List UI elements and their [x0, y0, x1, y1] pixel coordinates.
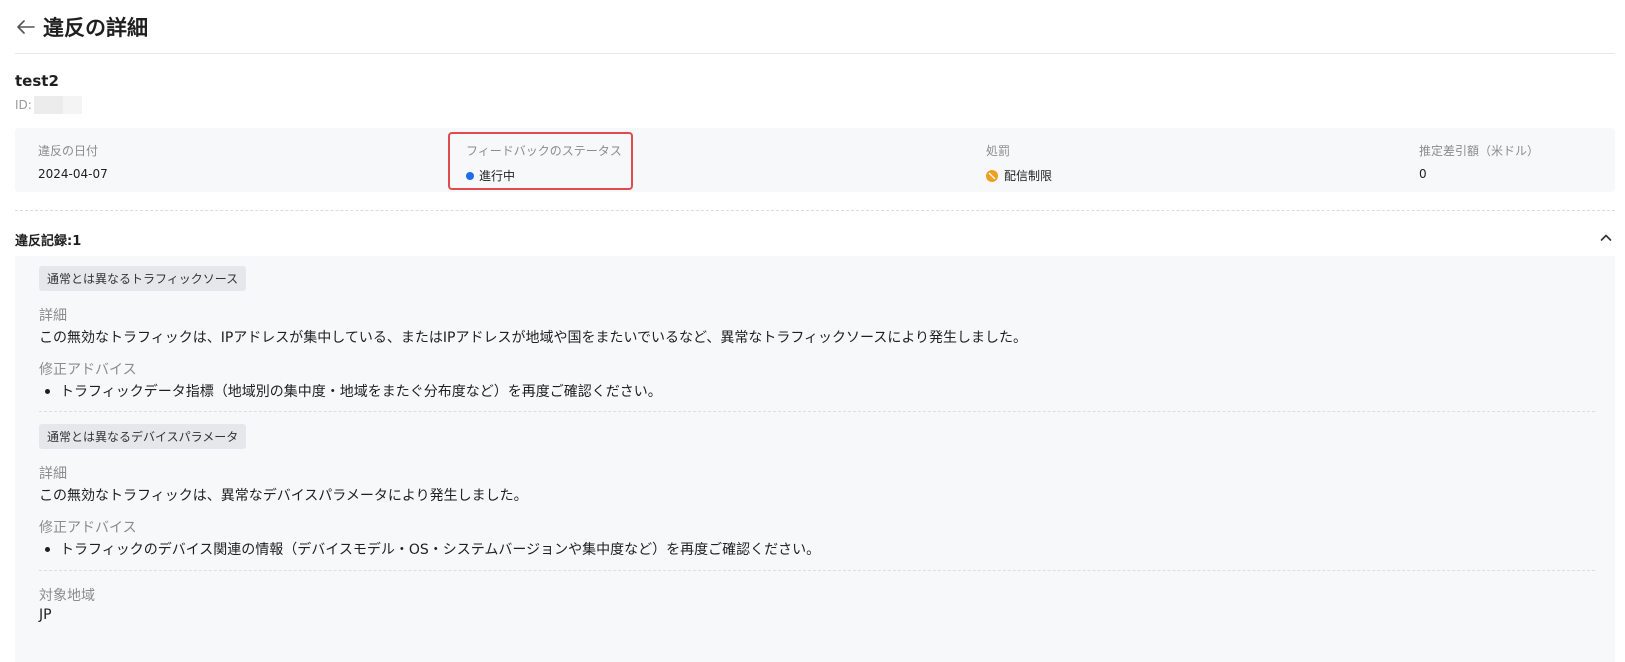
detail-text: この無効なトラフィックは、異常なデバイスパラメータにより発生しました。 — [39, 488, 528, 504]
page-title: 違反の詳細 — [43, 15, 148, 40]
violation-type-tag: 通常とは異なるデバイスパラメータ — [39, 424, 247, 449]
advice-label: 修正アドバイス — [39, 362, 137, 378]
penalty: 処罰 配信制限 — [986, 142, 1052, 184]
restriction-icon — [986, 169, 998, 182]
penalty-value: 配信制限 — [986, 167, 1052, 184]
account-id-redacted — [33, 96, 82, 114]
penalty-text: 配信制限 — [1004, 169, 1053, 183]
section-divider — [15, 210, 1615, 211]
advice-item: トラフィックのデバイス関連の情報（デバイスモデル・OS・システムバージョンや集中… — [39, 539, 820, 559]
violation-date: 違反の日付 2024-04-07 — [38, 142, 108, 181]
account-name: test2 — [15, 72, 59, 90]
detail-label: 詳細 — [39, 308, 67, 324]
advice-item-text: トラフィックデータ指標（地域別の集中度・地域をまたぐ分布度など）を再度ご確認くだ… — [60, 384, 662, 400]
violation-date-value: 2024-04-07 — [38, 167, 108, 181]
penalty-label: 処罰 — [986, 144, 1011, 158]
target-region-value: JP — [39, 607, 52, 623]
status-highlight-box — [448, 132, 633, 190]
advice-item: トラフィックデータ指標（地域別の集中度・地域をまたぐ分布度など）を再度ご確認くだ… — [39, 381, 662, 401]
violation-type-tag: 通常とは異なるトラフィックソース — [39, 266, 247, 291]
account-id: ID: — [15, 96, 82, 114]
detail-text: この無効なトラフィックは、IPアドレスが集中している、またはIPアドレスが地域や… — [39, 330, 1028, 346]
record-divider — [39, 411, 1595, 412]
violation-records-title: 違反記録:1 — [15, 234, 82, 249]
violation-summary: 違反の日付 2024-04-07 フィードバックのステータス 進行中 処罰 配信… — [15, 128, 1615, 192]
target-region-label: 対象地域 — [39, 588, 95, 604]
bullet-icon — [45, 546, 50, 552]
chevron-up-icon[interactable] — [1598, 230, 1614, 246]
detail-label: 詳細 — [39, 466, 67, 482]
violation-records-panel: 通常とは異なるトラフィックソース 詳細 この無効なトラフィックは、IPアドレスが… — [15, 256, 1615, 662]
account-id-label: ID: — [15, 98, 32, 112]
advice-item-text: トラフィックのデバイス関連の情報（デバイスモデル・OS・システムバージョンや集中… — [60, 542, 821, 558]
advice-label: 修正アドバイス — [39, 520, 137, 536]
arrow-left-icon[interactable] — [15, 16, 37, 38]
violation-date-label: 違反の日付 — [38, 144, 99, 158]
estimated-deduction-label: 推定差引額（米ドル） — [1419, 144, 1540, 158]
record-divider — [39, 570, 1595, 571]
estimated-deduction-value: 0 — [1419, 167, 1427, 181]
page-header: 違反の詳細 — [15, 0, 1615, 54]
estimated-deduction: 推定差引額（米ドル） 0 — [1419, 142, 1539, 181]
bullet-icon — [45, 388, 50, 394]
